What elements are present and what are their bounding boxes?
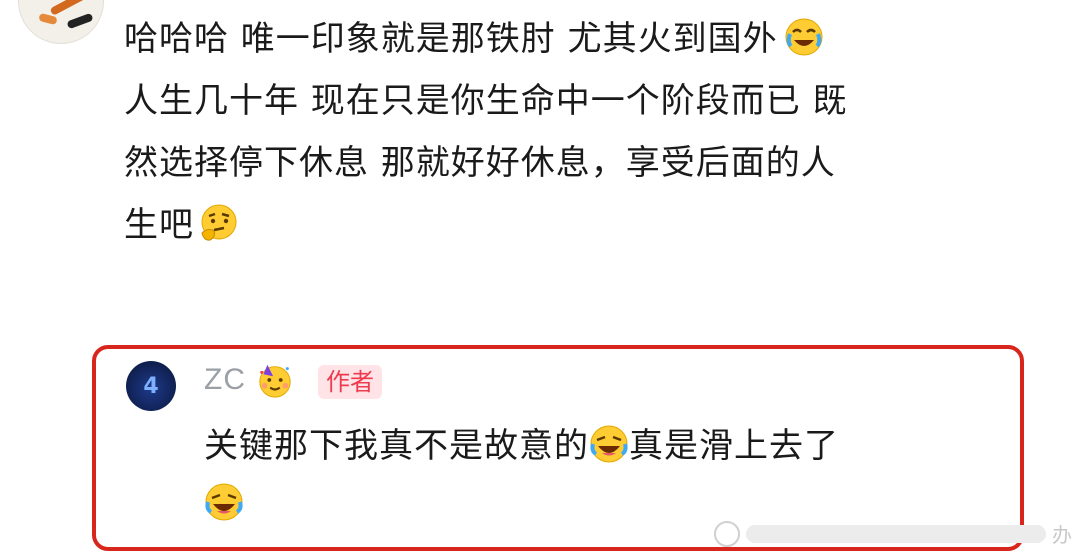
- comment-line-text: 人生几十年 现在只是你生命中一个阶段而已 既: [124, 81, 848, 121]
- party-face-icon: [256, 361, 294, 399]
- reply-line-text: 关键那下我真不是故意的: [204, 426, 589, 466]
- comment-body: 哈哈哈 唯一印象就是那铁肘 尤其火到国外 人生几十年 现在只是你生命中一个阶段而…: [124, 8, 974, 256]
- reply-username[interactable]: ZC: [204, 363, 246, 397]
- thinking-emoji-icon: [198, 203, 238, 243]
- comment-line-text: 然选择停下休息 那就好好休息，享受后面的人: [124, 143, 836, 183]
- reply-line: 关键那下我真不是故意的 真是滑上去了: [204, 417, 1004, 475]
- comment-line: 然选择停下休息 那就好好休息，享受后面的人: [124, 132, 974, 194]
- rolling-laughing-icon: [589, 424, 629, 464]
- comment-line-text: 生吧: [124, 205, 194, 245]
- reply-body: 关键那下我真不是故意的 真是滑上去了: [204, 417, 1004, 533]
- commenter-avatar[interactable]: [18, 0, 104, 44]
- avatar-decoration: [49, 0, 89, 16]
- rolling-laughing-icon: [204, 482, 244, 522]
- comment-line: 人生几十年 现在只是你生命中一个阶段而已 既: [124, 70, 974, 132]
- comment-line-text: 哈哈哈 唯一印象就是那铁肘 尤其火到国外: [124, 19, 778, 59]
- avatar-glyph: 4: [143, 373, 159, 399]
- reply-avatar[interactable]: 4: [126, 361, 176, 411]
- watermark-logo-icon: [714, 520, 740, 547]
- comment-line: 哈哈哈 唯一印象就是那铁肘 尤其火到国外: [124, 8, 974, 70]
- author-badge: 作者: [318, 365, 382, 399]
- watermark: 办: [714, 519, 1072, 548]
- watermark-bar: [746, 524, 1046, 543]
- reply-line-text: 真是滑上去了: [629, 426, 839, 466]
- avatar-decoration: [66, 12, 94, 30]
- watermark-text: 办: [1052, 523, 1072, 547]
- comment-line: 生吧: [124, 194, 974, 256]
- crying-laughing-emoji-icon: [784, 17, 824, 57]
